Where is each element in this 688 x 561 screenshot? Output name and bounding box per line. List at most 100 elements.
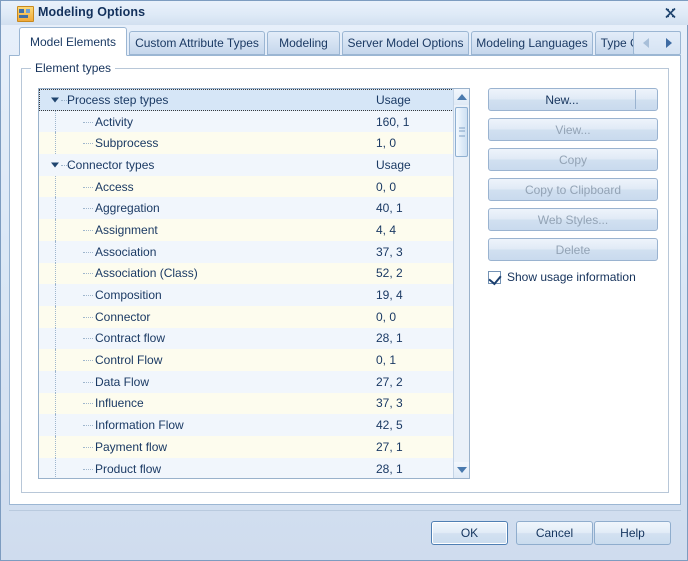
web-styles-button: Web Styles... [488, 208, 658, 231]
tree-row[interactable]: Assignment 4, 4 [39, 219, 454, 241]
tree-row[interactable]: Association 37, 3 [39, 240, 454, 263]
tree-row[interactable]: Data Flow 27, 2 [39, 370, 454, 393]
scroll-up-icon[interactable] [454, 89, 469, 105]
application-icon [17, 6, 34, 22]
tree-row-name: Information Flow [95, 418, 184, 433]
copy-button: Copy [488, 148, 658, 171]
tree-row-usage: 42, 5 [376, 418, 403, 433]
tree-row[interactable]: Connector types Usage [39, 154, 454, 176]
tree-row-name: Process step types [67, 92, 169, 107]
tree-row[interactable]: Process step types Usage [39, 89, 454, 111]
tree-row-name: Product flow [95, 461, 162, 476]
tree-guide-line [55, 414, 56, 436]
tree-row-name: Assignment [95, 222, 158, 237]
tree-row-name: Payment flow [95, 439, 168, 454]
tab-label: Modeling [279, 36, 328, 50]
chevron-down-icon[interactable] [49, 159, 60, 170]
tree-guide-line [55, 219, 56, 241]
tree-row-usage: 19, 4 [376, 288, 403, 303]
tree-row[interactable]: Payment flow 27, 1 [39, 436, 454, 458]
tree-row[interactable]: Control Flow 0, 1 [39, 349, 454, 371]
tree-guide-dash [83, 446, 93, 448]
tree-guide-line [55, 392, 56, 415]
tree-guide-line [55, 349, 56, 371]
new-button[interactable]: New... [488, 88, 658, 111]
tree-row-name: Subprocess [95, 136, 159, 151]
scroll-tabs-right-icon[interactable] [665, 38, 672, 48]
tree-row-usage: 37, 3 [376, 244, 403, 259]
element-types-groupbox: Element types Process step types Usage Act… [21, 61, 669, 493]
scroll-down-icon[interactable] [454, 462, 469, 478]
tree-guide-line [55, 110, 56, 133]
tree-row-usage: 40, 1 [376, 201, 403, 216]
tree-guide-line [55, 197, 56, 220]
tree-row[interactable]: Composition 19, 4 [39, 284, 454, 306]
tree-guide-dash [83, 229, 93, 231]
tree-row-name: Composition [95, 288, 162, 303]
element-types-tree[interactable]: Process step types Usage Activity 160, 1 Sub… [38, 88, 470, 479]
button-label: New... [545, 92, 579, 107]
chevron-down-icon[interactable] [636, 89, 657, 110]
tree-row-name: Association [95, 244, 157, 259]
tree-row[interactable]: Subprocess 1, 0 [39, 132, 454, 155]
tree-guide-line [55, 284, 56, 306]
check-icon [488, 271, 502, 285]
chevron-down-icon[interactable] [49, 94, 60, 105]
tree-row-usage: 27, 1 [376, 439, 403, 454]
show-usage-information-checkbox[interactable]: Show usage information [488, 269, 658, 285]
tree-guide-line [55, 262, 56, 285]
tab-strip: Model Elements Custom Attribute Types Mode… [9, 27, 681, 56]
tree-guide-dash [83, 121, 93, 123]
tree-row[interactable]: Access 0, 0 [39, 175, 454, 198]
tree-guide-dash [83, 403, 93, 405]
tree-row-usage: 1, 0 [376, 136, 397, 151]
scrollbar-thumb[interactable] [455, 107, 468, 157]
tree-row[interactable]: Aggregation 40, 1 [39, 197, 454, 220]
tab-modeling[interactable]: Modeling [267, 31, 340, 55]
tree-row-usage: 28, 1 [376, 331, 403, 346]
tree-row[interactable]: Information Flow 42, 5 [39, 414, 454, 436]
tree-row-usage: Usage [376, 157, 411, 172]
help-button[interactable]: Help [594, 521, 671, 545]
tree-row[interactable]: Connector 0, 0 [39, 305, 454, 328]
tab-server-model-options[interactable]: Server Model Options [342, 31, 469, 55]
checkbox-box[interactable] [488, 270, 502, 285]
tab-label: Model Elements [29, 34, 117, 49]
tab-modeling-languages[interactable]: Modeling Languages [471, 31, 593, 55]
tree-guide-dash [83, 338, 93, 340]
tree-row-usage: Usage [376, 92, 411, 107]
modeling-options-dialog: Modeling Options Model Elements Custom At… [0, 0, 688, 561]
button-label: Delete [555, 242, 591, 257]
tab-custom-attribute-types[interactable]: Custom Attribute Types [129, 31, 265, 55]
close-icon[interactable] [659, 4, 681, 21]
tree-guide-line [55, 436, 56, 458]
copy-to-clipboard-button: Copy to Clipboard [488, 178, 658, 201]
tree-row-usage: 28, 1 [376, 461, 403, 476]
tree-vertical-scrollbar[interactable] [453, 89, 469, 478]
tab-page-model-elements: Element types Process step types Usage Act… [9, 55, 681, 505]
tree-row-name: Aggregation [95, 201, 160, 216]
ok-button[interactable]: OK [431, 521, 508, 545]
tree-row[interactable]: Association (Class) 52, 2 [39, 262, 454, 285]
scroll-tabs-left-icon[interactable] [642, 38, 649, 48]
tree-row-name: Control Flow [95, 353, 163, 368]
tree-guide-dash [83, 186, 93, 188]
tab-label: Custom Attribute Types [135, 36, 259, 50]
tree-row[interactable]: Activity 160, 1 [39, 110, 454, 133]
tree-row-usage: 4, 4 [376, 222, 397, 237]
tree-row-usage: 0, 0 [376, 179, 397, 194]
tree-row[interactable]: Product flow 28, 1 [39, 457, 454, 478]
tree-guide-line [55, 370, 56, 393]
tab-label: Modeling Languages [476, 36, 588, 50]
tree-guide-dash [83, 273, 93, 275]
tab-model-elements[interactable]: Model Elements [19, 27, 127, 56]
tree-row[interactable]: Influence 37, 3 [39, 392, 454, 415]
tree-guide-line [55, 327, 56, 350]
tree-guide-line [55, 175, 56, 198]
tab-label: Server Model Options [347, 36, 464, 50]
cancel-button[interactable]: Cancel [516, 521, 593, 545]
tree-guide-dash [83, 381, 93, 383]
tree-row[interactable]: Contract flow 28, 1 [39, 327, 454, 350]
tree-row-name: Activity [95, 114, 134, 129]
tree-guide-dash [83, 425, 93, 427]
